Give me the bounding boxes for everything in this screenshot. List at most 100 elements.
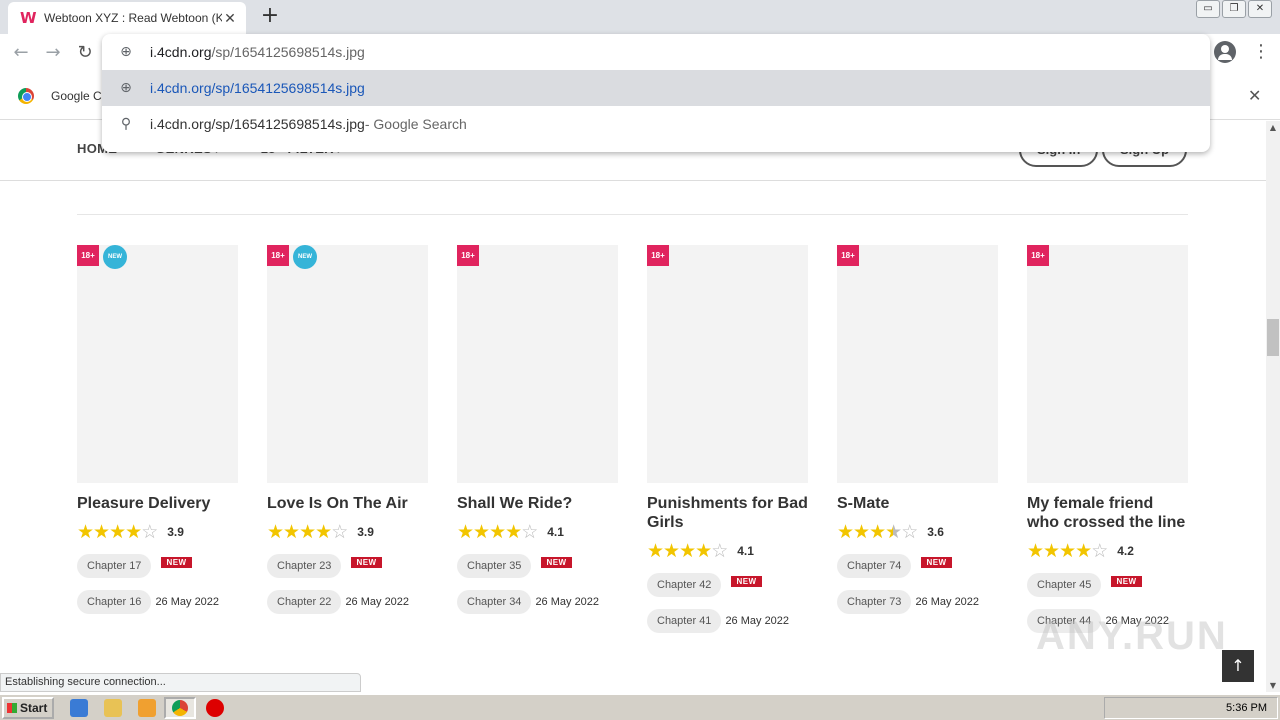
reload-icon[interactable]: ↻ bbox=[72, 40, 98, 66]
profile-avatar-icon[interactable] bbox=[1214, 41, 1236, 63]
start-button[interactable]: Start bbox=[2, 697, 54, 719]
infobar-close-icon[interactable]: ✕ bbox=[1248, 86, 1261, 105]
web-page: HOME GENRES ▸ 18+ FILTER ▸ Sign In Sign … bbox=[0, 121, 1266, 692]
new-chapter-tag: NEW bbox=[161, 556, 192, 568]
chapter-button[interactable]: Chapter 45 bbox=[1027, 573, 1102, 597]
chapter-row: Chapter 74 NEW bbox=[837, 554, 998, 578]
close-window-button[interactable]: ✕ bbox=[1248, 0, 1272, 18]
chapter-button[interactable]: Chapter 34 bbox=[457, 590, 532, 614]
anyrun-watermark: ANY.RUN bbox=[1036, 614, 1228, 658]
manga-title[interactable]: Love Is On The Air bbox=[267, 494, 428, 513]
chapter-date: 26 May 2022 bbox=[725, 615, 790, 627]
new-chapter-tag: NEW bbox=[1111, 575, 1142, 587]
suggestion-url-text: i.4cdn.org/sp/1654125698514s.jpg bbox=[150, 80, 365, 96]
chapter-button[interactable]: Chapter 23 bbox=[267, 554, 342, 578]
scroll-down-arrow-icon[interactable]: ▼ bbox=[1266, 681, 1280, 690]
rating-row: ★★★★☆ 3.6 bbox=[837, 521, 998, 543]
system-tray: 5:36 PM bbox=[1104, 697, 1278, 719]
chapter-row: Chapter 17 NEW bbox=[77, 554, 238, 578]
chapter-button[interactable]: Chapter 41 bbox=[647, 609, 722, 633]
adult-badge: 18+ bbox=[267, 245, 289, 266]
rating-score: 4.1 bbox=[547, 525, 564, 539]
manga-card[interactable]: 18+ NEW Love Is On The Air ★★★★☆ 3.9 Chapter … bbox=[267, 245, 428, 614]
omnibox-suggestion-url[interactable]: ⊕ i.4cdn.org/sp/1654125698514s.jpg bbox=[102, 70, 1210, 106]
address-host: i.4cdn.org bbox=[150, 44, 212, 60]
back-to-top-button[interactable]: ↑ bbox=[1222, 650, 1254, 682]
chrome-menu-icon[interactable]: ⋮ bbox=[1252, 42, 1270, 62]
header-divider bbox=[0, 180, 1266, 181]
chapter-button[interactable]: Chapter 73 bbox=[837, 590, 912, 614]
omnibox-dropdown: ⊕ i.4cdn.org/sp/1654125698514s.jpg ⊕ i.4… bbox=[102, 34, 1210, 152]
chapter-button[interactable]: Chapter 74 bbox=[837, 554, 912, 578]
chapter-button[interactable]: Chapter 22 bbox=[267, 590, 342, 614]
chapter-button[interactable]: Chapter 35 bbox=[457, 554, 532, 578]
chapter-date: 26 May 2022 bbox=[345, 596, 410, 608]
manga-cover[interactable]: 18+ bbox=[647, 245, 808, 483]
scroll-up-arrow-icon[interactable]: ▲ bbox=[1266, 123, 1280, 132]
manga-card[interactable]: 18+ Shall We Ride? ★★★★☆ 4.1 Chapter 35 NEW Ch… bbox=[457, 245, 618, 614]
opera-icon[interactable] bbox=[206, 699, 224, 717]
globe-icon: ⊕ bbox=[120, 80, 132, 96]
tab-close-icon[interactable]: ✕ bbox=[222, 10, 238, 27]
status-bar: Establishing secure connection... bbox=[0, 673, 361, 692]
manga-card[interactable]: 18+ Punishments for Bad Girls ★★★★☆ 4.1 Chap… bbox=[647, 245, 808, 633]
chapter-date: 26 May 2022 bbox=[915, 596, 980, 608]
rating-score: 4.1 bbox=[737, 544, 754, 558]
chapter-date: 26 May 2022 bbox=[535, 596, 600, 608]
adult-badge: 18+ bbox=[1027, 245, 1049, 266]
omnibox-suggestion-search[interactable]: ⚲ i.4cdn.org/sp/1654125698514s.jpg - Goo… bbox=[102, 106, 1210, 142]
manga-title[interactable]: Pleasure Delivery bbox=[77, 494, 238, 513]
manga-title[interactable]: Shall We Ride? bbox=[457, 494, 618, 513]
chrome-taskbar-button[interactable] bbox=[164, 697, 196, 719]
browser-tab[interactable]: W Webtoon XYZ : Read Webtoon (Kore ✕ bbox=[8, 2, 246, 34]
chapter-row: Chapter 34 26 May 2022 bbox=[457, 590, 618, 614]
windows-taskbar: Start 5:36 PM bbox=[0, 694, 1280, 720]
manga-title[interactable]: S-Mate bbox=[837, 494, 998, 513]
back-arrow-icon[interactable]: ← bbox=[8, 40, 34, 66]
chapter-button[interactable]: Chapter 17 bbox=[77, 554, 152, 578]
manga-cover[interactable]: 18+ bbox=[457, 245, 618, 483]
tab-strip: W Webtoon XYZ : Read Webtoon (Kore ✕ + ▭… bbox=[0, 0, 1280, 34]
manga-card[interactable]: 18+ My female friend who crossed the line… bbox=[1027, 245, 1188, 633]
star-rating-icon: ★★★★☆ bbox=[647, 540, 728, 562]
new-chapter-tag: NEW bbox=[731, 575, 762, 587]
manga-cover[interactable]: 18+ bbox=[837, 245, 998, 483]
manga-cover[interactable]: 18+ NEW bbox=[267, 245, 428, 483]
suggestion-search-suffix: - Google Search bbox=[364, 116, 467, 132]
suggestion-search-text: i.4cdn.org/sp/1654125698514s.jpg bbox=[150, 116, 365, 132]
folder-icon[interactable] bbox=[104, 699, 122, 717]
media-player-icon[interactable] bbox=[138, 699, 156, 717]
address-bar[interactable]: ⊕ i.4cdn.org/sp/1654125698514s.jpg bbox=[102, 34, 1210, 70]
rating-score: 3.6 bbox=[927, 525, 944, 539]
manga-card[interactable]: 18+ NEW Pleasure Delivery ★★★★☆ 3.9 Chapter 1… bbox=[77, 245, 238, 614]
chapter-row: Chapter 35 NEW bbox=[457, 554, 618, 578]
window-controls: ▭ ❐ ✕ bbox=[1196, 0, 1272, 18]
ie-icon[interactable] bbox=[70, 699, 88, 717]
clock: 5:36 PM bbox=[1226, 702, 1267, 714]
manga-cover[interactable]: 18+ bbox=[1027, 245, 1188, 483]
forward-arrow-icon[interactable]: → bbox=[40, 40, 66, 66]
vertical-scrollbar[interactable]: ▲ ▼ bbox=[1266, 121, 1280, 692]
chrome-icon bbox=[172, 700, 188, 716]
new-tab-button[interactable]: + bbox=[258, 4, 282, 28]
manga-card[interactable]: 18+ S-Mate ★★★★☆ 3.6 Chapter 74 NEW Chapter 73… bbox=[837, 245, 998, 614]
chapter-row: Chapter 22 26 May 2022 bbox=[267, 590, 428, 614]
chapter-button[interactable]: Chapter 42 bbox=[647, 573, 722, 597]
scrollbar-thumb[interactable] bbox=[1267, 319, 1279, 356]
minimize-button[interactable]: ▭ bbox=[1196, 0, 1220, 18]
rating-row: ★★★★☆ 4.2 bbox=[1027, 540, 1188, 562]
rating-row: ★★★★☆ 3.9 bbox=[77, 521, 238, 543]
section-divider bbox=[77, 214, 1188, 215]
search-icon: ⚲ bbox=[120, 116, 132, 132]
chapter-row: Chapter 41 26 May 2022 bbox=[647, 609, 808, 633]
restore-button[interactable]: ❐ bbox=[1222, 0, 1246, 18]
chrome-logo-icon bbox=[18, 88, 34, 104]
globe-icon: ⊕ bbox=[120, 44, 132, 60]
chapter-button[interactable]: Chapter 16 bbox=[77, 590, 152, 614]
manga-title[interactable]: Punishments for Bad Girls bbox=[647, 494, 808, 532]
webtoon-favicon-icon: W bbox=[20, 9, 37, 27]
manga-title[interactable]: My female friend who crossed the line bbox=[1027, 494, 1188, 532]
adult-badge: 18+ bbox=[837, 245, 859, 266]
manga-cover[interactable]: 18+ NEW bbox=[77, 245, 238, 483]
tab-title: Webtoon XYZ : Read Webtoon (Kore bbox=[44, 11, 222, 25]
